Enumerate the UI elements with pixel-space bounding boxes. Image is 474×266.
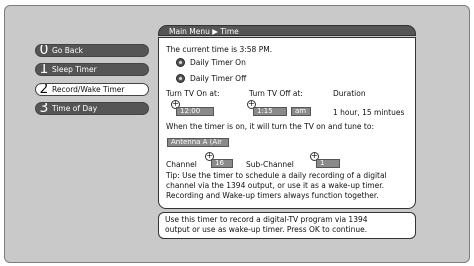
menu-number: 0 <box>39 44 49 57</box>
ampm-field[interactable]: am <box>291 107 311 116</box>
label-duration: Duration <box>333 89 366 98</box>
antenna-select[interactable]: Antenna A (Air <box>167 138 229 147</box>
menu-item-record-wake-timer[interactable]: 2 Record/Wake Timer <box>35 83 149 96</box>
menu-number: 1 <box>39 63 49 76</box>
tip-line-1: Tip: Use the timer to schedule a daily r… <box>166 171 387 180</box>
tip-line-2: channel via the 1394 output, or use it a… <box>166 181 384 190</box>
tip-line-3: Recording and Wake-up timers always func… <box>166 191 379 200</box>
off-time-field[interactable]: 1:15 <box>253 107 287 116</box>
screen: Main Menu ▶ Time 0 Go Back 1 Sleep Timer… <box>0 0 474 266</box>
menu-label: Sleep Timer <box>52 65 97 74</box>
tune-description: When the timer is on, it will turn the T… <box>166 122 374 131</box>
radio-timer-off-label: Daily Timer Off <box>190 74 247 83</box>
menu-item-sleep-timer[interactable]: 1 Sleep Timer <box>35 63 149 76</box>
subchannel-field[interactable]: 1 <box>316 159 340 168</box>
label-channel: Channel <box>166 160 197 169</box>
help-line-2: output or use as wake-up timer. Press OK… <box>165 224 368 234</box>
menu-item-time-of-day[interactable]: 3 Time of Day <box>35 102 149 115</box>
radio-timer-on-icon[interactable] <box>176 58 185 67</box>
label-subchannel: Sub-Channel <box>246 160 294 169</box>
channel-field[interactable]: 16 <box>211 159 233 168</box>
menu-number: 2 <box>39 83 49 96</box>
current-time-text: The current time is 3:58 PM. <box>166 45 273 54</box>
menu-item-go-back[interactable]: 0 Go Back <box>35 44 149 57</box>
help-line-1: Use this timer to record a digital-TV pr… <box>165 215 368 224</box>
breadcrumb: Main Menu ▶ Time <box>158 25 416 36</box>
help-box: Use this timer to record a digital-TV pr… <box>158 212 416 239</box>
menu-label: Record/Wake Timer <box>52 85 125 94</box>
radio-timer-off-icon[interactable] <box>176 74 185 83</box>
duration-value: 1 hour, 15 mintues <box>333 108 405 117</box>
menu-label: Go Back <box>52 46 83 55</box>
label-turn-on-at: Turn TV On at: <box>166 89 220 98</box>
radio-timer-on-label: Daily Timer On <box>190 58 246 67</box>
menu-number: 3 <box>39 102 49 115</box>
on-time-field[interactable]: 12:00 <box>176 107 214 116</box>
label-turn-off-at: Turn TV Off at: <box>249 89 303 98</box>
menu-label: Time of Day <box>52 104 98 113</box>
